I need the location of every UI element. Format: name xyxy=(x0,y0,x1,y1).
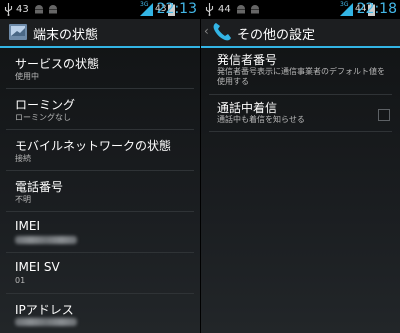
list-item[interactable]: 電話番号 不明 xyxy=(6,171,194,212)
status-bar: 44 3G 44 22:18 xyxy=(201,0,400,19)
list-item-call-waiting[interactable]: 通話中着信 通話中も着信を知らせる xyxy=(209,95,392,132)
action-bar: ‹ その他の設定 xyxy=(201,19,400,48)
item-summary: 01 xyxy=(15,276,26,285)
page-title: 端末の状態 xyxy=(33,28,99,43)
page-title: その他の設定 xyxy=(237,28,316,43)
item-title: IMEI SV xyxy=(15,260,60,274)
clock: 22:13 xyxy=(156,1,197,17)
usb-icon xyxy=(205,3,214,16)
list-item[interactable]: IPアドレス xyxy=(6,294,194,333)
status-number: 44 xyxy=(218,4,231,15)
call-waiting-checkbox[interactable] xyxy=(378,109,390,121)
phone-icon[interactable] xyxy=(211,21,233,43)
list-item[interactable]: IMEI SV 01 xyxy=(6,253,194,294)
list-item[interactable]: モバイルネットワークの状態 接続 xyxy=(6,130,194,171)
other-settings-screen: 44 3G 44 22:18 ‹ その他の設定 発信者番号 発信者番号表示に通信… xyxy=(201,0,400,333)
item-title: サービスの状態 xyxy=(15,57,100,71)
item-title: 通話中着信 xyxy=(217,101,278,115)
signal-icon xyxy=(140,3,153,16)
item-summary: 接続 xyxy=(15,154,31,163)
device-info-icon xyxy=(9,24,27,40)
signal-icon xyxy=(340,3,353,16)
back-chevron-icon[interactable]: ‹ xyxy=(204,24,209,38)
item-summary: 不明 xyxy=(15,195,31,204)
status-number: 43 xyxy=(16,4,29,15)
item-title: 発信者番号 xyxy=(217,53,278,67)
device-status-screen: 43 3G 43 22:13 端末の状態 サービスの状態 使用中 ローミング ロ… xyxy=(0,0,200,333)
item-title: モバイルネットワークの状態 xyxy=(15,139,172,153)
redacted-value xyxy=(15,236,77,244)
android-debug-icon xyxy=(35,5,43,14)
redacted-value xyxy=(15,318,77,326)
item-title: ローミング xyxy=(15,98,76,112)
list-item-caller-id[interactable]: 発信者番号 発信者番号表示に通信事業者のデフォルト値を使用する xyxy=(209,48,392,95)
item-title: 電話番号 xyxy=(15,180,64,194)
android-debug-icon xyxy=(49,5,57,14)
status-bar: 43 3G 43 22:13 xyxy=(0,0,200,19)
action-bar: 端末の状態 xyxy=(0,19,200,48)
settings-list: 発信者番号 発信者番号表示に通信事業者のデフォルト値を使用する 通話中着信 通話… xyxy=(201,48,400,132)
item-title: IPアドレス xyxy=(15,303,74,317)
list-item[interactable]: IMEI xyxy=(6,212,194,253)
status-list: サービスの状態 使用中 ローミング ローミングなし モバイルネットワークの状態 … xyxy=(0,48,200,333)
item-summary: 使用中 xyxy=(15,72,39,81)
item-summary: 発信者番号表示に通信事業者のデフォルト値を使用する xyxy=(217,67,385,86)
list-item[interactable]: ローミング ローミングなし xyxy=(6,89,194,130)
clock: 22:18 xyxy=(356,1,397,17)
android-debug-icon xyxy=(237,5,245,14)
list-item[interactable]: サービスの状態 使用中 xyxy=(6,48,194,89)
item-title: IMEI xyxy=(15,219,41,233)
item-summary: ローミングなし xyxy=(15,113,71,122)
usb-icon xyxy=(4,3,13,16)
android-debug-icon xyxy=(251,5,259,14)
item-summary: 通話中も着信を知らせる xyxy=(217,115,305,124)
